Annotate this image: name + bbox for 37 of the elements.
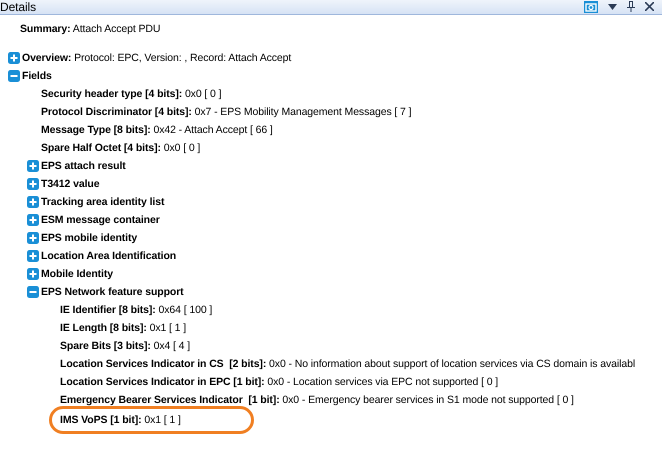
field-line: Mobile Identity — [41, 268, 114, 280]
dropdown-icon[interactable] — [608, 4, 617, 10]
field-line: Message Type [8 bits]: 0x42 - Attach Accept [ 66 ] — [41, 124, 273, 136]
collapse-icon[interactable] — [27, 286, 39, 298]
field-line: EPS Network feature support — [41, 286, 184, 298]
field-line: T3412 value — [41, 178, 100, 190]
field-line: Tracking area identity list — [41, 196, 164, 208]
field-line: IE Length [8 bits]: 0x1 [ 1 ] — [60, 322, 186, 334]
expand-icon[interactable] — [27, 232, 39, 244]
field-line: Security header type [4 bits]: 0x0 [ 0 ] — [41, 88, 222, 100]
pin-icon[interactable] — [627, 1, 635, 12]
field-line: EPS attach result — [41, 160, 126, 172]
field-line: IE Identifier [8 bits]: 0x64 [ 100 ] — [60, 304, 212, 316]
expand-icon[interactable] — [27, 178, 39, 190]
expand-icon[interactable] — [8, 52, 20, 64]
field-line: Fields — [22, 70, 52, 82]
expand-icon[interactable] — [27, 214, 39, 226]
field-line: Protocol Discriminator [4 bits]: 0x7 - EPS Mobility Management Messages [ 7 ] — [41, 106, 412, 118]
close-icon[interactable] — [645, 2, 654, 11]
expand-icon[interactable] — [27, 268, 39, 280]
camera-icon[interactable] — [584, 0, 598, 12]
field-line: IMS VoPS [1 bit]: 0x1 [ 1 ] — [49, 406, 254, 434]
field-line: Spare Half Octet [4 bits]: 0x0 [ 0 ] — [41, 142, 200, 154]
field-line: Location Services Indicator in CS [2 bits]: 0x0 - No information about support of location services via CS domain is availabl — [60, 358, 636, 370]
field-line: EPS mobile identity — [41, 232, 138, 244]
summary-line: Summary: Attach Accept PDU — [20, 23, 160, 35]
field-line: Location Services Indicator in EPC [1 bit]: 0x0 - Location services via EPC not supported [ 0 ] — [60, 376, 498, 388]
field-line: ESM message container — [41, 214, 160, 226]
expand-icon[interactable] — [27, 250, 39, 262]
field-line: Spare Bits [3 bits]: 0x4 [ 4 ] — [60, 340, 190, 352]
collapse-icon[interactable] — [8, 70, 20, 82]
expand-icon[interactable] — [27, 160, 39, 172]
field-line: Location Area Identification — [41, 250, 176, 262]
panel-title: Details — [0, 0, 36, 14]
field-line: Emergency Bearer Services Indicator [1 bit]: 0x0 - Emergency bearer services in S1 mode not supported [ 0 ] — [60, 394, 574, 406]
field-line: Overview: Protocol: EPC, Version: , Record: Attach Accept — [22, 52, 292, 64]
expand-icon[interactable] — [27, 196, 39, 208]
